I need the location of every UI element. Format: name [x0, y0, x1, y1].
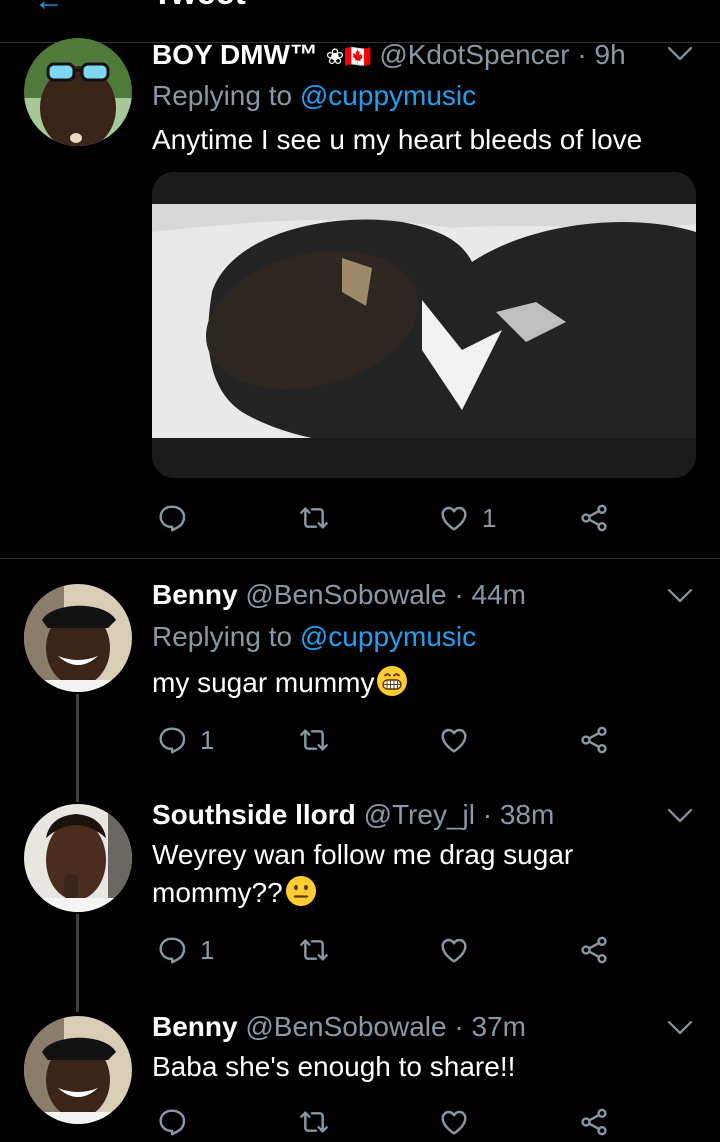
- tweet-text: Anytime I see u my heart bleeds of love: [152, 124, 643, 155]
- replying-to: Replying to @cuppymusic: [152, 79, 476, 113]
- divider: [0, 558, 720, 559]
- reply-icon: [156, 724, 188, 756]
- heart-icon: [438, 1106, 470, 1138]
- retweet-button[interactable]: [298, 1102, 330, 1142]
- heart-icon: [438, 502, 470, 534]
- share-button[interactable]: [578, 1102, 610, 1142]
- user-handle[interactable]: @Trey_jl: [364, 799, 475, 830]
- tweet-text-line: mommy??: [152, 877, 283, 908]
- replying-to-label: Replying to: [152, 621, 293, 652]
- tweet-card[interactable]: Benny @BenSobowale · 37m Baba she's enou…: [0, 1010, 720, 1139]
- user-handle[interactable]: @KdotSpencer: [379, 39, 569, 70]
- tweet-media-image[interactable]: [152, 172, 696, 478]
- tweet-text: Weyrey wan follow me drag sugar mommy??: [152, 836, 692, 912]
- replying-to-label: Replying to: [152, 80, 293, 111]
- grinning-face-emoji-icon: [376, 665, 408, 697]
- display-name[interactable]: BOY DMW™: [152, 39, 318, 70]
- heart-icon: [438, 724, 470, 756]
- tweet-actions: 1: [152, 720, 632, 760]
- like-count: 1: [482, 502, 497, 533]
- retweet-button[interactable]: [298, 720, 330, 760]
- reply-count: 1: [200, 724, 215, 755]
- share-icon: [578, 502, 610, 534]
- user-handle[interactable]: @BenSobowale: [245, 579, 446, 610]
- tweet-header: Benny @BenSobowale · 44m: [152, 578, 526, 612]
- like-button[interactable]: [438, 720, 470, 760]
- retweet-icon: [298, 934, 330, 966]
- heart-icon: [438, 934, 470, 966]
- like-button[interactable]: [438, 930, 470, 970]
- tweet-card[interactable]: BOY DMW™ ❀🇨🇦 @KdotSpencer · 9h Replying …: [0, 0, 720, 558]
- tweet-time: · 44m: [454, 579, 526, 610]
- reply-button[interactable]: 1: [156, 930, 214, 970]
- neutral-face-emoji-icon: [285, 875, 317, 907]
- retweet-button[interactable]: [298, 930, 330, 970]
- tweet-actions: 1: [152, 930, 632, 970]
- tweet-card[interactable]: Benny @BenSobowale · 44m Replying to @cu…: [0, 560, 720, 780]
- retweet-button[interactable]: [298, 498, 342, 538]
- display-name[interactable]: Benny: [152, 1011, 238, 1042]
- retweet-icon: [298, 724, 330, 756]
- like-button[interactable]: 1: [438, 498, 496, 538]
- reply-button[interactable]: [156, 1102, 188, 1142]
- tweet-header: Southside llord @Trey_jl · 38m: [152, 798, 554, 832]
- tweet-time: · 38m: [482, 799, 555, 830]
- avatar[interactable]: [24, 804, 132, 912]
- reply-button[interactable]: 1: [156, 720, 214, 760]
- chevron-down-icon[interactable]: [666, 44, 694, 64]
- name-badges: ❀🇨🇦: [325, 44, 372, 69]
- like-button[interactable]: [438, 1102, 470, 1142]
- retweet-icon: [298, 502, 330, 534]
- display-name[interactable]: Benny: [152, 579, 238, 610]
- tweet-actions: 1: [152, 498, 632, 538]
- avatar[interactable]: [24, 584, 132, 692]
- tweet-time: · 37m: [454, 1011, 526, 1042]
- mention-link[interactable]: @cuppymusic: [300, 80, 476, 111]
- tweet-time: · 9h: [577, 39, 626, 70]
- display-name[interactable]: Southside llord: [152, 799, 356, 830]
- tweet-actions: [152, 1102, 632, 1142]
- reply-icon: [156, 1106, 188, 1138]
- share-icon: [578, 724, 610, 756]
- replying-to: Replying to @cuppymusic: [152, 620, 476, 654]
- tweet-header: BOY DMW™ ❀🇨🇦 @KdotSpencer · 9h: [152, 38, 626, 74]
- share-icon: [578, 934, 610, 966]
- avatar[interactable]: [24, 1016, 132, 1124]
- tweet-text-content: my sugar mummy: [152, 667, 375, 698]
- tweet-text-line: Weyrey wan follow me drag sugar: [152, 839, 574, 870]
- chevron-down-icon[interactable]: [666, 586, 694, 606]
- mention-link[interactable]: @cuppymusic: [300, 621, 476, 652]
- chevron-down-icon[interactable]: [666, 806, 694, 826]
- share-button[interactable]: [578, 498, 610, 538]
- avatar[interactable]: [24, 38, 132, 146]
- share-button[interactable]: [578, 930, 610, 970]
- tweet-header: Benny @BenSobowale · 37m: [152, 1010, 526, 1044]
- user-handle[interactable]: @BenSobowale: [245, 1011, 446, 1042]
- reply-icon: [156, 502, 188, 534]
- share-button[interactable]: [578, 720, 610, 760]
- reply-button[interactable]: [156, 498, 200, 538]
- tweet-card[interactable]: Southside llord @Trey_jl · 38m Weyrey wa…: [0, 780, 720, 1010]
- tweet-text: my sugar mummy: [152, 664, 692, 702]
- retweet-icon: [298, 1106, 330, 1138]
- chevron-down-icon[interactable]: [666, 1018, 694, 1038]
- share-icon: [578, 1106, 610, 1138]
- tweet-text: Baba she's enough to share!!: [152, 1051, 516, 1082]
- reply-icon: [156, 934, 188, 966]
- reply-count: 1: [200, 934, 215, 965]
